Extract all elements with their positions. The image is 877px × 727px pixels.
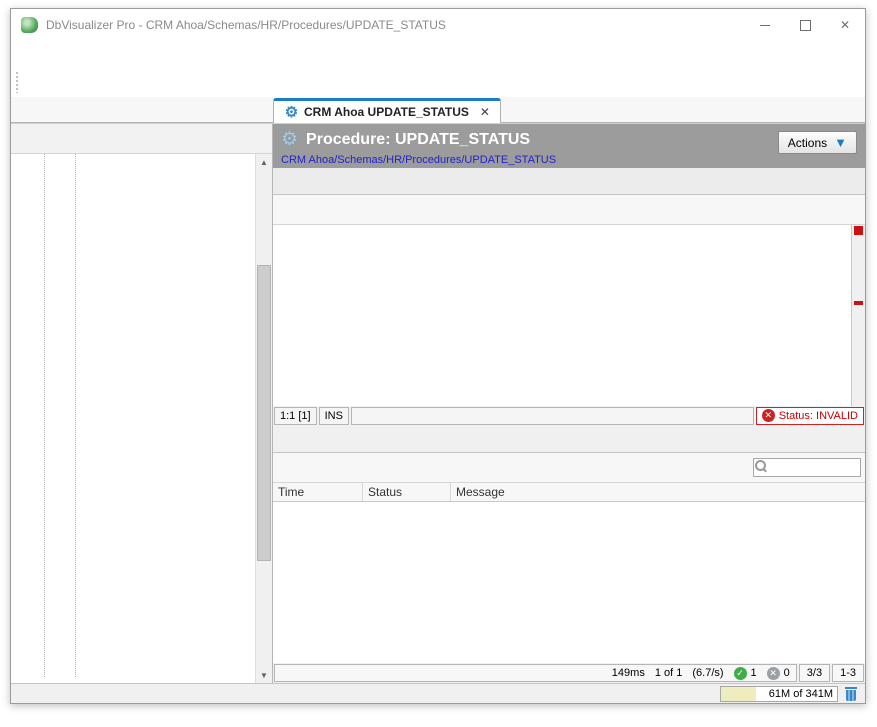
document-tab-group: CRM Ahoa UPDATE_STATUS ✕ — [273, 98, 865, 122]
elapsed-time: 149ms — [612, 667, 645, 679]
object-tab-row — [273, 168, 865, 195]
caret-position: 1:1 [1] — [274, 407, 317, 425]
log-search-box[interactable] — [753, 458, 861, 477]
column-header-time[interactable]: Time — [273, 483, 363, 501]
procedure-gear-icon: ⚙ — [281, 128, 298, 151]
log-footer: 149ms 1 of 1 (6.7/s) ✓ 1 ✕ 0 3/3 1-3 — [273, 663, 865, 683]
column-header-status[interactable]: Status — [363, 483, 451, 501]
error-circle-icon: ✕ — [762, 409, 775, 422]
search-input[interactable] — [770, 460, 860, 475]
tree-container: ▲ ▼ — [11, 154, 272, 683]
database-tree-panel: ▲ ▼ — [11, 124, 273, 683]
tree-guide-line — [44, 154, 45, 677]
error-stripe[interactable] — [851, 225, 865, 406]
fail-count: 0 — [784, 667, 790, 679]
input-mode-indicator[interactable]: INS — [319, 407, 349, 425]
scroll-up-icon[interactable]: ▲ — [256, 154, 272, 170]
column-header-message[interactable]: Message — [451, 483, 865, 501]
tab-crm-ahoa-update-status[interactable]: CRM Ahoa UPDATE_STATUS ✕ — [273, 98, 501, 123]
status-badge: ✕ Status: INVALID — [756, 407, 864, 425]
status-text: Status: INVALID — [779, 410, 858, 422]
object-title: Procedure: UPDATE_STATUS — [306, 131, 530, 149]
object-header: ⚙ Procedure: UPDATE_STATUS CRM Ahoa/Sche… — [273, 124, 865, 168]
title-bar: DbVisualizer Pro - CRM Ahoa/Schemas/HR/P… — [11, 9, 865, 41]
tree-scrollbar[interactable]: ▲ ▼ — [255, 154, 272, 683]
search-icon — [754, 459, 770, 475]
tree-toolbar — [11, 124, 272, 154]
error-marker-top[interactable] — [854, 226, 863, 235]
app-logo-icon — [21, 17, 38, 33]
editor-message-box — [351, 407, 754, 425]
rate: (6.7/s) — [692, 667, 723, 679]
scroll-down-icon[interactable]: ▼ — [256, 667, 272, 683]
breadcrumb: CRM Ahoa/Schemas/HR/Procedures/UPDATE_ST… — [281, 154, 857, 166]
menu-bar — [11, 41, 865, 67]
procedure-gear-icon — [284, 104, 299, 119]
fail-circle-icon: ✕ — [767, 667, 780, 680]
editor-toolbar — [273, 195, 865, 225]
minimize-button[interactable] — [745, 9, 785, 41]
memory-fill — [721, 687, 756, 701]
close-button[interactable] — [825, 9, 865, 41]
actions-label: Actions — [788, 136, 827, 150]
success-circle-icon: ✓ — [734, 667, 747, 680]
tab-row: CRM Ahoa UPDATE_STATUS ✕ — [11, 97, 865, 123]
toolbar-grip[interactable] — [15, 71, 20, 93]
app-window: DbVisualizer Pro - CRM Ahoa/Schemas/HR/P… — [10, 8, 866, 704]
maximize-button[interactable] — [785, 9, 825, 41]
log-table-header: Time Status Message — [273, 483, 865, 502]
editor-status-row: 1:1 [1] INS ✕ Status: INVALID — [273, 406, 865, 426]
error-marker-line7[interactable] — [854, 301, 863, 305]
window-title: DbVisualizer Pro - CRM Ahoa/Schemas/HR/P… — [46, 18, 745, 32]
sql-editor[interactable] — [273, 225, 865, 406]
range-indicator: 1-3 — [832, 664, 864, 682]
actions-button[interactable]: Actions ▼ — [778, 131, 857, 154]
garbage-collect-icon[interactable] — [841, 684, 861, 704]
success-count: 1 — [751, 667, 757, 679]
scrollbar-thumb[interactable] — [257, 265, 271, 561]
memory-text: 61M of 341M — [769, 688, 833, 700]
log-tab-row — [273, 426, 865, 453]
log-stats: 149ms 1 of 1 (6.7/s) ✓ 1 ✕ 0 — [274, 664, 797, 682]
memory-indicator[interactable]: 61M of 341M — [720, 686, 838, 702]
app-status-bar: 61M of 341M — [11, 683, 865, 703]
tab-close-icon[interactable]: ✕ — [480, 105, 490, 119]
document-tab-label: CRM Ahoa UPDATE_STATUS — [304, 105, 469, 119]
row-count: 1 of 1 — [655, 667, 683, 679]
log-table: Time Status Message — [273, 483, 865, 664]
code-area[interactable] — [273, 225, 851, 406]
object-view-panel: ⚙ Procedure: UPDATE_STATUS CRM Ahoa/Sche… — [273, 124, 865, 683]
log-toolbar — [273, 453, 865, 483]
main-toolbar — [11, 67, 865, 97]
chevron-down-icon: ▼ — [834, 135, 847, 150]
rows-indicator: 3/3 — [799, 664, 830, 682]
tree-guide-line — [75, 154, 76, 677]
